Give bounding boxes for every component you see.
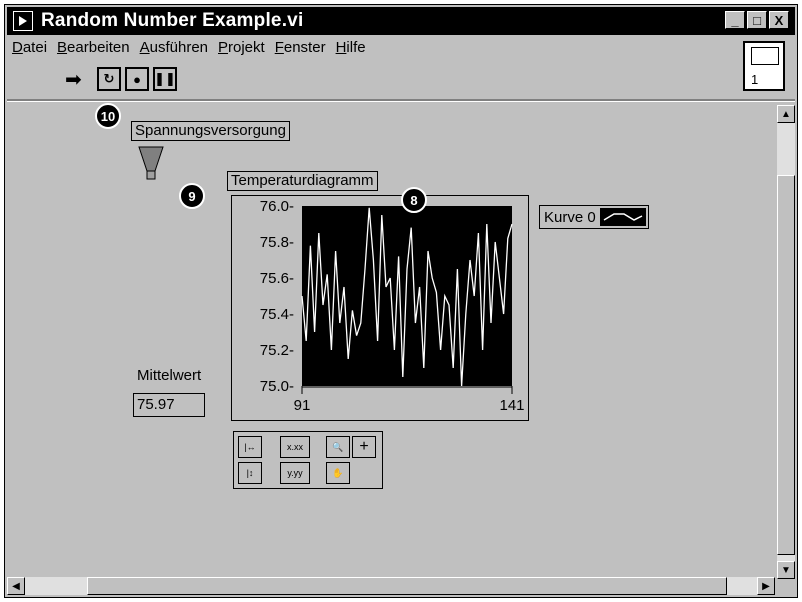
vi-window: Random Number Example.vi _ □ X Datei Bea…	[4, 4, 798, 598]
connector-number: 1	[751, 72, 759, 87]
pan-hand-icon[interactable]: ✋	[326, 462, 350, 484]
legend-line-icon	[603, 213, 643, 221]
power-switch[interactable]	[135, 143, 167, 183]
mean-indicator: 75.97	[133, 393, 205, 417]
title-bar[interactable]: Random Number Example.vi _ □ X	[7, 7, 795, 35]
graph-palette: |↔ |↕ x.xx y.yy 🔍 + ✋	[233, 431, 383, 489]
window-title: Random Number Example.vi	[41, 10, 304, 31]
y-tick-label: 75.2-	[260, 342, 294, 359]
scroll-right-arrow-icon[interactable]: ▶	[757, 577, 775, 595]
abort-button[interactable]: ●	[125, 67, 149, 91]
mean-label: Mittelwert	[137, 367, 202, 384]
minimize-button[interactable]: _	[725, 11, 745, 29]
run-continuously-icon: ↻	[103, 71, 115, 86]
stop-icon: ●	[133, 71, 141, 87]
scroll-left-arrow-icon[interactable]: ◀	[7, 577, 25, 595]
window-controls: _ □ X	[725, 11, 789, 29]
menu-projekt[interactable]: Projekt	[213, 39, 270, 61]
menu-datei[interactable]: Datei	[7, 39, 52, 61]
menu-fenster[interactable]: Fenster	[270, 39, 331, 61]
y-tick-label: 75.8-	[260, 234, 294, 251]
legend-swatch	[599, 208, 646, 226]
menu-bearbeiten[interactable]: Bearbeiten	[52, 39, 135, 61]
callout-number: 9	[179, 183, 205, 209]
power-switch-label: Spannungsversorgung	[131, 121, 290, 141]
x-autoscale-button[interactable]: |↔	[238, 436, 262, 458]
y-autoscale-button[interactable]: |↕	[238, 462, 262, 484]
chart-label: Temperaturdiagramm	[227, 171, 378, 191]
y-tick-label: 75.0-	[260, 378, 294, 395]
scroll-up-arrow-icon[interactable]: ▲	[777, 105, 795, 123]
vi-icon-thumbnail	[751, 47, 779, 65]
pause-icon: ❚❚	[154, 71, 176, 86]
pause-button[interactable]: ❚❚	[153, 67, 177, 91]
callout-number: 10	[95, 103, 121, 129]
toolbar-divider	[7, 99, 795, 102]
toolbar: ➡ ↻ ● ❚❚	[65, 63, 177, 95]
maximize-button[interactable]: □	[747, 11, 767, 29]
run-continuously-button[interactable]: ↻	[97, 67, 121, 91]
y-tick-label: 76.0-	[260, 198, 294, 215]
run-arrow-icon[interactable]: ➡	[65, 67, 93, 91]
close-button[interactable]: X	[769, 11, 789, 29]
cursor-button[interactable]: +	[352, 436, 376, 458]
scroll-down-arrow-icon[interactable]: ▼	[777, 561, 795, 579]
vi-window-icon	[13, 11, 33, 31]
x-tick-label: 141	[499, 397, 524, 414]
x-tick-label: 91	[294, 397, 311, 414]
menu-ausfuehren[interactable]: Ausführen	[135, 39, 213, 61]
connector-pane-icon[interactable]: 1	[743, 41, 785, 91]
callout-8: 8	[391, 185, 431, 225]
menu-hilfe[interactable]: Hilfe	[331, 39, 371, 61]
horizontal-scrollbar[interactable]: ◀ ▶	[7, 577, 775, 595]
vertical-scrollbar[interactable]: ▲ ▼	[777, 105, 795, 579]
plot-legend[interactable]: Kurve 0	[539, 205, 649, 229]
y-tick-label: 75.4-	[260, 306, 294, 323]
legend-label: Kurve 0	[544, 208, 596, 226]
x-format-button[interactable]: x.xx	[280, 436, 310, 458]
y-tick-label: 75.6-	[260, 270, 294, 287]
vertical-scroll-thumb[interactable]	[777, 175, 795, 555]
zoom-icon[interactable]: 🔍	[326, 436, 350, 458]
horizontal-scroll-thumb[interactable]	[87, 577, 727, 595]
y-format-button[interactable]: y.yy	[280, 462, 310, 484]
menu-bar: Datei Bearbeiten Ausführen Projekt Fenst…	[7, 39, 371, 61]
callout-10: 10	[85, 101, 125, 141]
callout-9: 9	[169, 181, 209, 221]
chart-svg: 76.0- 75.8- 75.6- 75.4- 75.2- 75.0-91 141	[260, 198, 525, 414]
callout-number: 8	[401, 187, 427, 213]
waveform-chart[interactable]: 76.0- 75.8- 75.6- 75.4- 75.2- 75.0- 91 141	[231, 195, 529, 421]
